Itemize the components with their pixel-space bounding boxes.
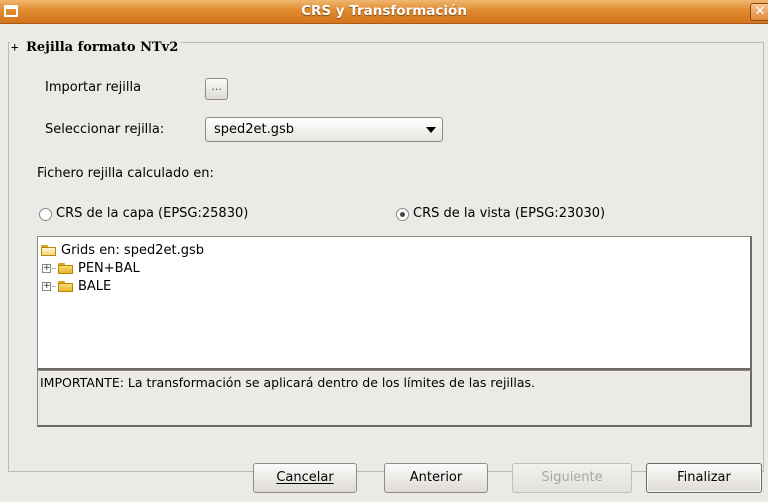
title-bar: CRS y Transformación ✕ [0, 0, 768, 24]
tree-node-label: BALE [78, 278, 112, 294]
tree-node[interactable]: + BALE [42, 277, 111, 295]
radio-view-crs[interactable] [396, 208, 409, 221]
radio-layer-crs-label[interactable]: CRS de la capa (EPSG:25830) [56, 206, 248, 221]
radio-layer-crs[interactable] [39, 208, 52, 221]
group-legend[interactable]: + Rejilla formato NTv2 [10, 39, 182, 55]
tree-root-label: Grids en: sped2et.gsb [61, 242, 204, 258]
folder-icon [58, 262, 73, 274]
chevron-down-icon [426, 127, 436, 133]
window-title: CRS y Transformación [301, 3, 467, 19]
radio-view-crs-label[interactable]: CRS de la vista (EPSG:23030) [413, 206, 605, 221]
group-title: Rejilla formato NTv2 [26, 40, 179, 55]
expand-icon[interactable]: + [42, 263, 51, 273]
finish-button[interactable]: Finalizar [646, 463, 762, 493]
select-grid-combo[interactable]: sped2et.gsb [205, 117, 443, 142]
folder-open-icon [41, 244, 56, 256]
select-grid-value: sped2et.gsb [214, 122, 295, 137]
group-collapse-toggle[interactable]: + [11, 39, 19, 54]
grid-tree[interactable]: Grids en: sped2et.gsb + PEN+BAL + BALE [37, 236, 752, 370]
previous-button[interactable]: Anterior [384, 463, 488, 493]
cancel-button-label: Cancelar [276, 470, 334, 485]
next-button-label: Siguiente [541, 470, 603, 485]
close-icon[interactable]: ✕ [750, 3, 768, 21]
import-grid-button[interactable]: ... [205, 78, 228, 100]
computed-in-label: Fichero rejilla calculado en: [37, 166, 214, 181]
next-button[interactable]: Siguiente [512, 463, 632, 493]
tree-node-label: PEN+BAL [78, 260, 140, 276]
folder-icon [58, 280, 73, 292]
dialog-body: + Rejilla formato NTv2 Importar rejilla … [0, 24, 768, 502]
select-grid-label: Seleccionar rejilla: [45, 122, 165, 137]
import-grid-label: Importar rejilla [45, 80, 142, 95]
important-note: IMPORTANTE: La transformación se aplicar… [37, 370, 752, 427]
tree-node[interactable]: + PEN+BAL [42, 259, 140, 277]
cancel-button[interactable]: Cancelar [253, 463, 357, 493]
tree-root-node[interactable]: Grids en: sped2et.gsb [41, 241, 204, 259]
expand-icon[interactable]: + [42, 281, 51, 291]
